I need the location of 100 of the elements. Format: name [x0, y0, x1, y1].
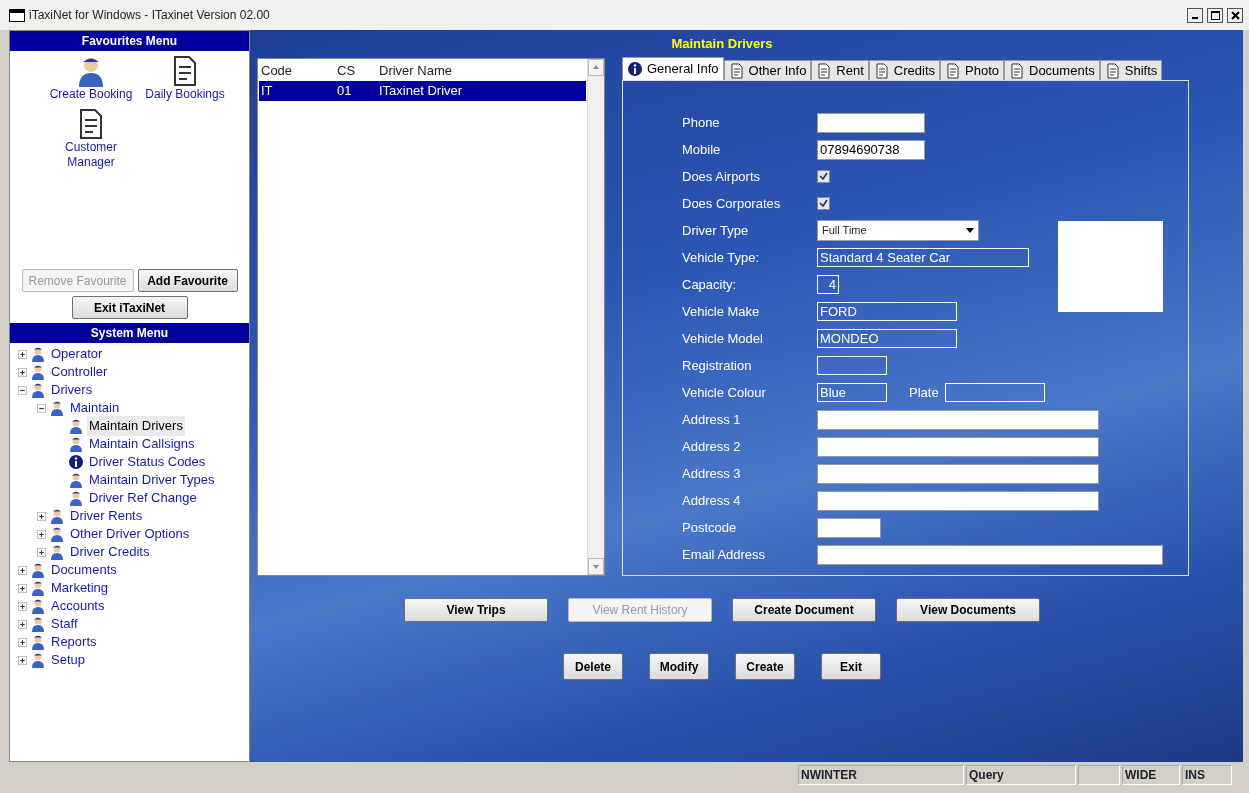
tree-item[interactable]: Driver Credits: [68, 542, 152, 562]
input-field[interactable]: MONDEO: [817, 329, 957, 348]
tree-item[interactable]: Setup: [49, 650, 87, 670]
tab[interactable]: Documents: [1004, 60, 1100, 80]
tab[interactable]: Other Info: [723, 60, 812, 80]
tree-item[interactable]: Driver Status Codes: [87, 452, 208, 472]
checkbox[interactable]: [817, 197, 830, 210]
expand-icon[interactable]: [18, 565, 27, 575]
minimize-button[interactable]: [1187, 7, 1203, 23]
favourite-link[interactable]: Daily Bookings: [145, 87, 225, 102]
tree-item[interactable]: Accounts: [49, 596, 107, 616]
tree-item[interactable]: Driver Ref Change: [87, 488, 199, 508]
expand-icon[interactable]: [37, 511, 46, 521]
tree-item[interactable]: Driver Rents: [68, 506, 145, 526]
input-field[interactable]: Blue: [817, 383, 887, 402]
expand-icon[interactable]: [37, 529, 46, 539]
table-cell-text: IT: [261, 82, 274, 101]
action-button[interactable]: Create Document: [732, 598, 876, 622]
tree-item[interactable]: Maintain: [68, 398, 122, 418]
tab[interactable]: Shifts: [1099, 60, 1163, 80]
input-field[interactable]: [817, 409, 1099, 430]
person-icon: [30, 382, 46, 398]
input-field[interactable]: Standard 4 Seater Car: [817, 248, 1029, 267]
input-field[interactable]: [817, 112, 925, 133]
input-field[interactable]: 4: [817, 275, 839, 294]
close-button[interactable]: [1227, 7, 1243, 23]
action-button[interactable]: Exit: [821, 653, 881, 680]
tree-item[interactable]: Operator: [49, 344, 105, 364]
field-label: Does Airports: [682, 167, 762, 186]
scroll-up-icon[interactable]: [588, 59, 604, 76]
input-field[interactable]: 07894690738: [817, 139, 925, 160]
info-icon: [68, 454, 84, 470]
expand-icon[interactable]: [18, 655, 27, 665]
action-button[interactable]: View Trips: [404, 598, 548, 622]
collapse-icon[interactable]: [37, 403, 46, 413]
tree-item[interactable]: Maintain Callsigns: [87, 434, 197, 454]
input-field[interactable]: [817, 517, 881, 538]
action-button[interactable]: View Documents: [896, 598, 1040, 622]
field-label: Does Corporates: [682, 194, 782, 213]
person-icon: [30, 616, 46, 632]
tree-item[interactable]: Drivers: [49, 380, 95, 400]
person-icon: [68, 418, 84, 434]
scroll-down-icon[interactable]: [588, 558, 604, 575]
maximize-button[interactable]: [1207, 7, 1223, 23]
tab[interactable]: General Info: [622, 57, 724, 80]
field-label: Vehicle Make: [682, 302, 761, 321]
favourite-link[interactable]: Create Booking: [49, 87, 133, 102]
input-field[interactable]: [817, 463, 1099, 484]
expand-icon[interactable]: [18, 601, 27, 611]
action-button[interactable]: Delete: [563, 653, 623, 680]
status-panel: NWINTER: [798, 765, 964, 785]
person-icon: [30, 634, 46, 650]
expand-icon[interactable]: [18, 583, 27, 593]
favourite-link[interactable]: Customer Manager: [46, 140, 136, 170]
document-icon: [945, 62, 961, 79]
status-panel: WIDE: [1122, 765, 1180, 785]
tab[interactable]: Rent: [811, 60, 869, 80]
field-label: Vehicle Type:: [682, 248, 761, 267]
input-field[interactable]: FORD: [817, 302, 957, 321]
field-label: Address 2: [682, 437, 742, 456]
checkbox[interactable]: [817, 170, 830, 183]
tree-item[interactable]: Documents: [49, 560, 119, 580]
input-field[interactable]: [817, 544, 1163, 565]
tree-item[interactable]: Other Driver Options: [68, 524, 192, 544]
tree-item[interactable]: Staff: [49, 614, 80, 634]
column-header[interactable]: Code: [261, 61, 337, 81]
expand-icon[interactable]: [18, 637, 27, 647]
scroll-bar[interactable]: [587, 59, 604, 575]
person-icon: [30, 652, 46, 668]
dropdown[interactable]: Full Time: [817, 220, 979, 241]
action-button[interactable]: Create: [735, 653, 795, 680]
action-button[interactable]: Modify: [649, 653, 709, 680]
tree-item[interactable]: Maintain Drivers: [87, 416, 185, 436]
document-icon: [1009, 62, 1025, 79]
tree-item[interactable]: Maintain Driver Types: [87, 470, 217, 490]
person-icon: [68, 436, 84, 452]
input-field[interactable]: [817, 490, 1099, 511]
input-field[interactable]: [817, 436, 1099, 457]
favourite-button[interactable]: Add Favourite: [137, 269, 238, 292]
info-icon: [627, 61, 643, 77]
table-cell-text: 01: [337, 82, 353, 101]
expand-icon[interactable]: [18, 619, 27, 629]
person-icon: [68, 490, 84, 506]
tree-item[interactable]: Marketing: [49, 578, 111, 598]
person-icon: [30, 364, 46, 380]
expand-icon[interactable]: [37, 547, 46, 557]
field-label: Address 4: [682, 491, 742, 510]
exit-button[interactable]: Exit iTaxiNet: [71, 296, 188, 319]
tree-item[interactable]: Controller: [49, 362, 110, 382]
column-header[interactable]: Driver Name: [379, 61, 586, 81]
collapse-icon[interactable]: [18, 385, 27, 395]
table-cell-text: ITaxinet Driver: [379, 82, 464, 101]
column-header[interactable]: CS: [337, 61, 379, 81]
tab[interactable]: Photo: [940, 60, 1004, 80]
expand-icon[interactable]: [18, 367, 27, 377]
table-row[interactable]: IT 01 ITaxinet Driver: [259, 81, 586, 101]
expand-icon[interactable]: [18, 349, 27, 359]
tab[interactable]: Credits: [868, 60, 940, 80]
status-panel: [1078, 765, 1120, 785]
tree-item[interactable]: Reports: [49, 632, 99, 652]
